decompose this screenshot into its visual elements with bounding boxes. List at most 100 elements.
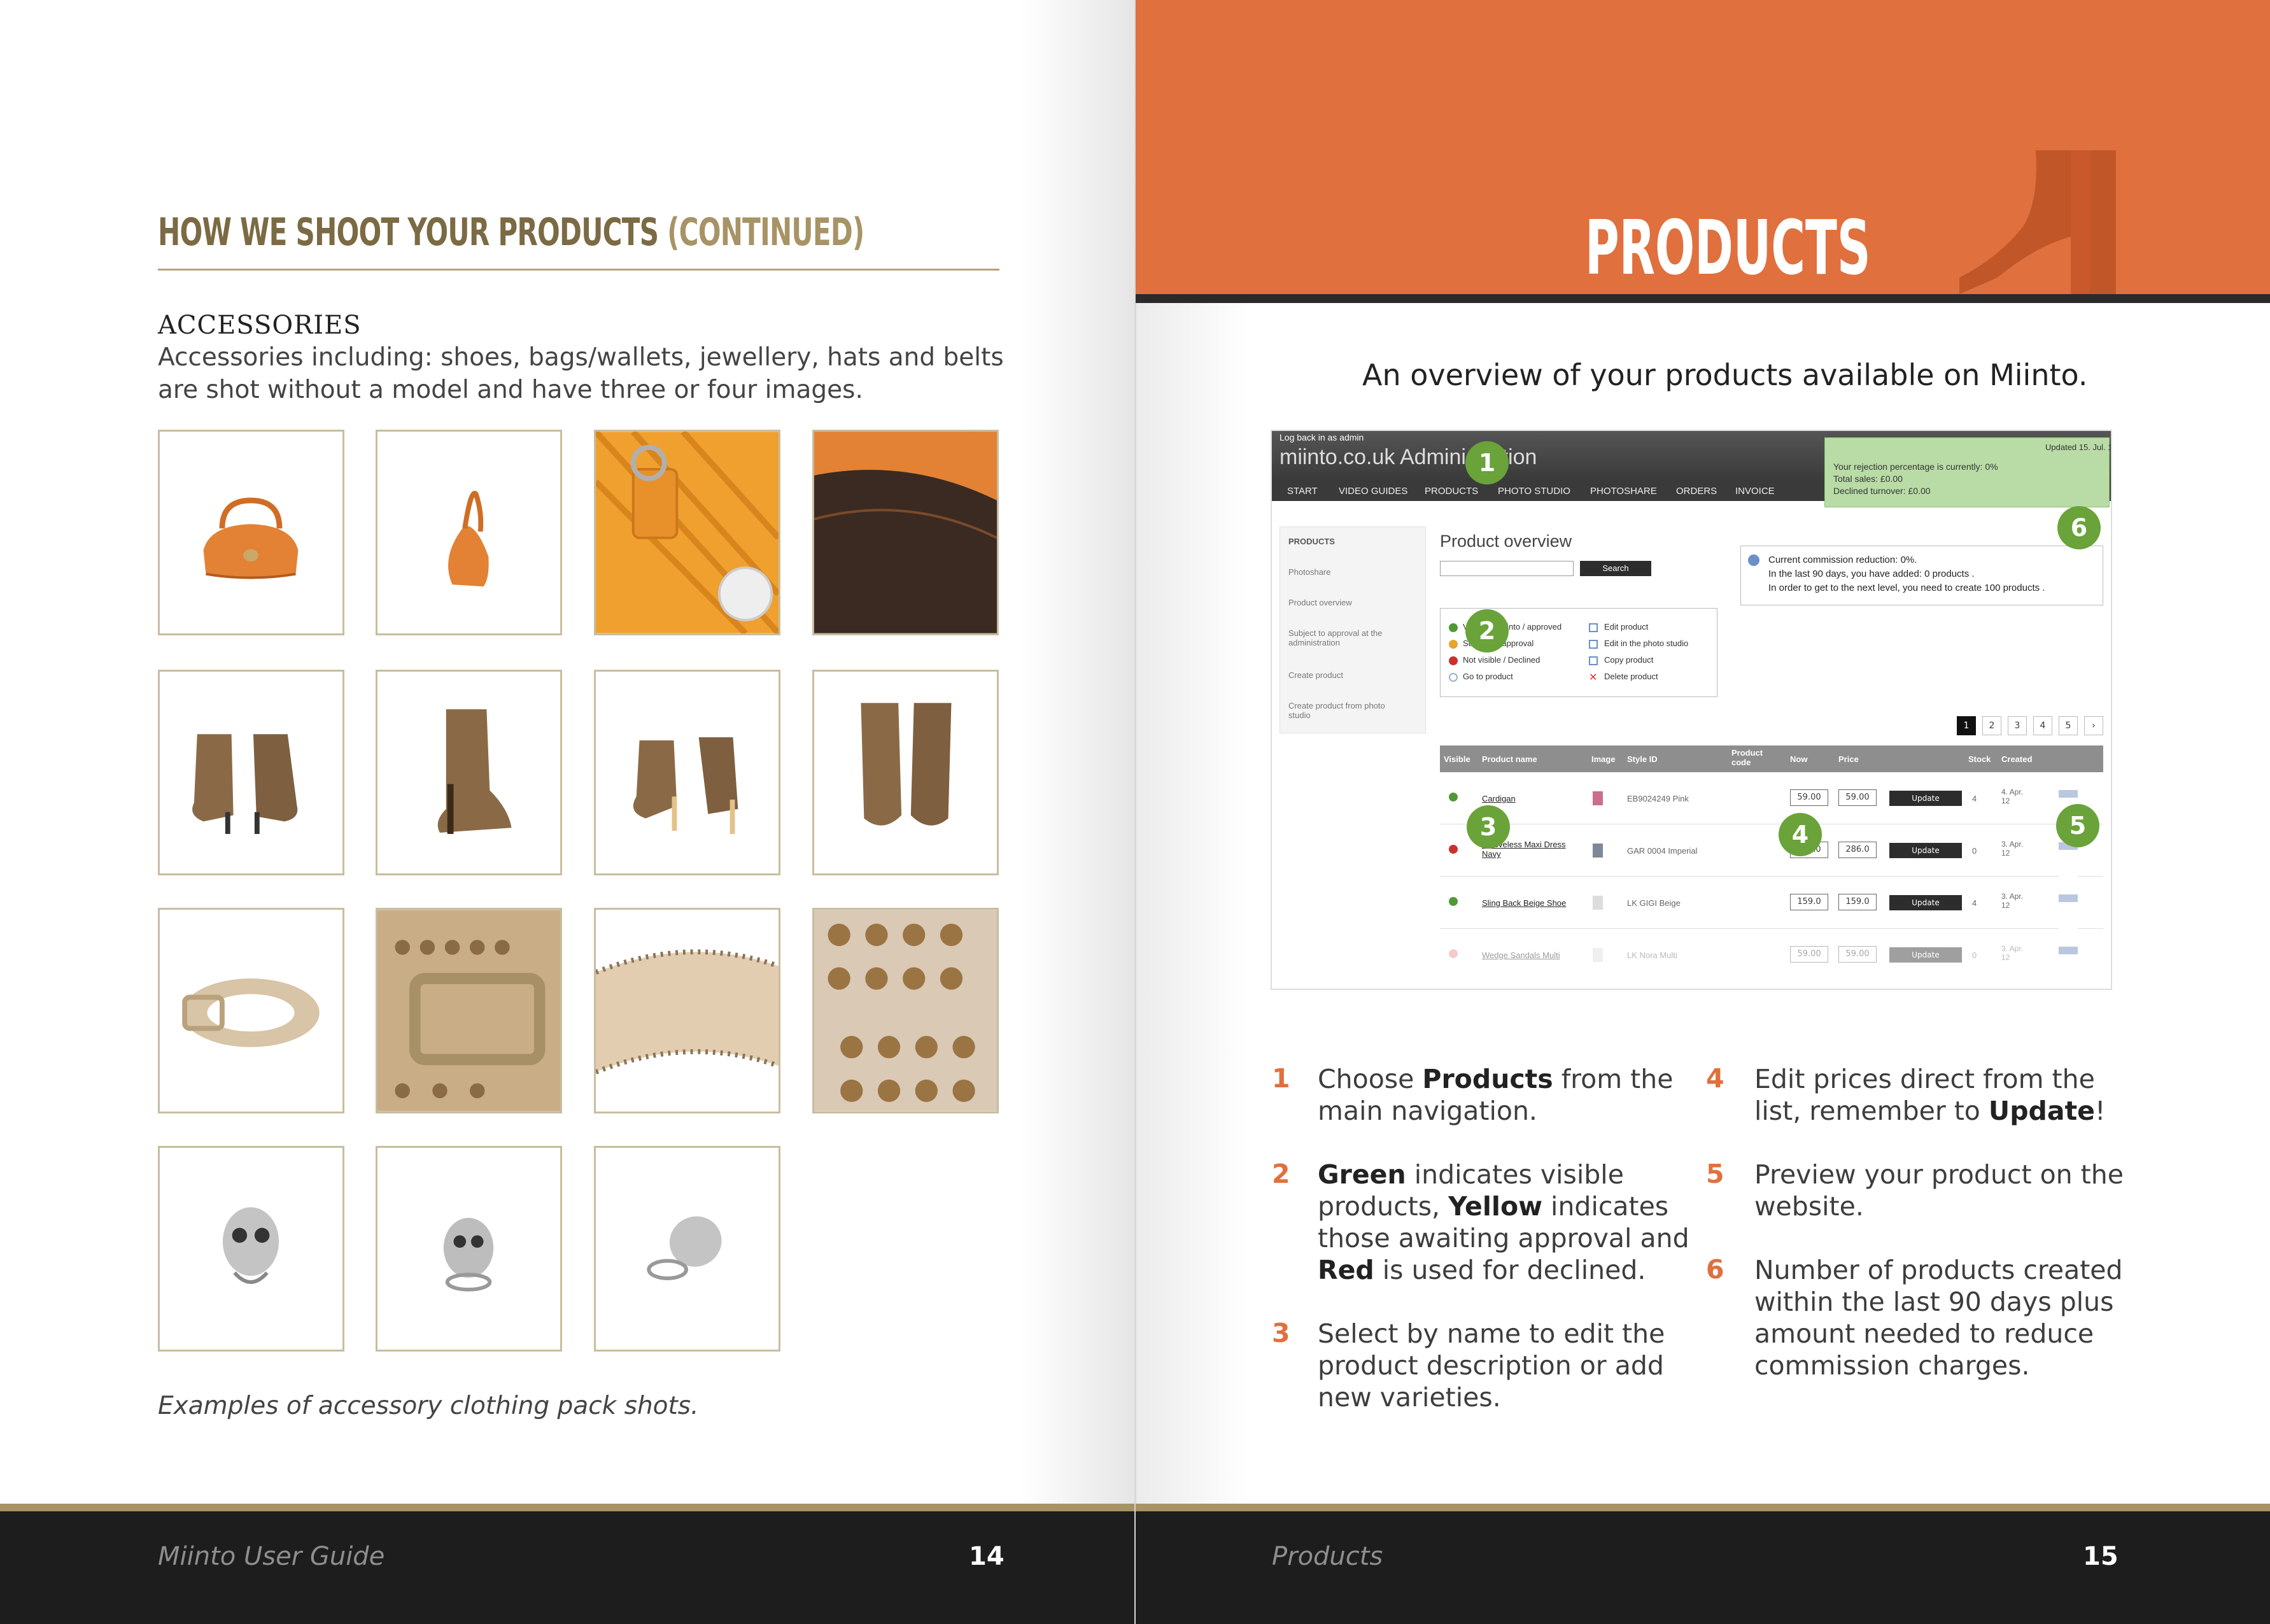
row-stock: 4 — [1972, 898, 1977, 908]
table-row: Wedge Sandals Multi LK Nora Multi 59.00 … — [1440, 929, 2103, 981]
commission-line3: In order to get to the next level, you n… — [1768, 583, 2045, 593]
row-price-input[interactable]: 159.0 — [1838, 894, 1877, 910]
row-status-dot — [1449, 897, 1458, 906]
row-update-button[interactable]: Update — [1889, 895, 1962, 910]
thumb-studded-belt-buckle — [376, 908, 562, 1113]
nav-products[interactable]: PRODUCTS — [1425, 486, 1478, 497]
sidebar-product-overview[interactable]: Product overview — [1288, 598, 1352, 607]
thumb-leopard-boots-top — [812, 670, 999, 875]
step-4-post: ! — [2094, 1096, 2106, 1126]
step-text-3: Select by name to edit the product descr… — [1318, 1318, 1665, 1413]
row-name-link[interactable]: Cardigan — [1482, 794, 1516, 803]
row-stock: 0 — [1972, 846, 1977, 856]
legend-goto: Go to product — [1463, 672, 1513, 681]
step-1-bold: Products — [1422, 1064, 1553, 1094]
sidebar-photoshare[interactable]: Photoshare — [1288, 567, 1331, 577]
step-number-1: 1 — [1272, 1063, 1290, 1094]
step-number-4: 4 — [1706, 1063, 1724, 1094]
title-rule — [158, 269, 999, 271]
thumb-orange-bag-side — [376, 430, 562, 635]
row-style-id: LK Nora Multi — [1627, 950, 1677, 960]
thumb-skull-ring-side — [594, 1146, 780, 1352]
col-product-code: Product code — [1731, 748, 1763, 767]
search-input[interactable] — [1440, 561, 1574, 576]
sidebar-create-from-studio[interactable]: Create product from photo studio — [1288, 701, 1409, 720]
page-2[interactable]: 2 — [1982, 716, 2001, 735]
green-dot-icon — [1449, 623, 1458, 632]
row-now-input[interactable]: 59.00 — [1790, 789, 1828, 806]
thumb-belt-underside — [594, 908, 780, 1113]
right-page-number: 15 — [2083, 1542, 2118, 1571]
intro-text: An overview of your products available o… — [1362, 358, 2088, 392]
col-stock: Stock — [1968, 754, 1991, 764]
legend-delete: Delete product — [1604, 672, 1658, 681]
nav-start[interactable]: START — [1287, 486, 1318, 497]
login-link[interactable]: Log back in as admin — [1280, 432, 1364, 442]
nav-photo-studio[interactable]: PHOTO STUDIO — [1498, 486, 1570, 497]
row-price-input[interactable]: 59.00 — [1838, 946, 1877, 963]
page-title-suffix: (CONTINUED) — [667, 210, 864, 255]
copy-icon — [1589, 656, 1598, 665]
row-price-input[interactable]: 286.0 — [1838, 842, 1877, 858]
row-created: 4. Apr. 12 — [2001, 787, 2024, 805]
page-1[interactable]: 1 — [1957, 716, 1976, 735]
thumb-orange-bag-detail — [594, 430, 780, 635]
step-number-6: 6 — [1706, 1254, 1724, 1285]
page-4[interactable]: 4 — [2033, 716, 2052, 735]
col-visible: Visible — [1444, 754, 1470, 764]
search-button[interactable]: Search — [1580, 561, 1651, 576]
row-update-button[interactable]: Update — [1889, 791, 1962, 806]
row-update-button[interactable]: Update — [1889, 947, 1962, 963]
nav-video-guides[interactable]: VIDEO GUIDES — [1339, 486, 1407, 497]
row-thumbnail — [1593, 896, 1603, 910]
row-now-input[interactable]: 159.0 — [1790, 894, 1828, 910]
page-title-main: HOW WE SHOOT YOUR PRODUCTS — [158, 210, 659, 255]
sidebar-create-product[interactable]: Create product — [1288, 670, 1343, 680]
info-icon — [1748, 554, 1759, 566]
col-now: Now — [1790, 754, 1808, 764]
page-5[interactable]: 5 — [2059, 716, 2078, 735]
step-number-5: 5 — [1706, 1159, 1724, 1189]
section-text: Accessories including: shoes, bags/walle… — [158, 343, 1004, 404]
step-text-4: Edit prices direct from the list, rememb… — [1754, 1063, 2136, 1127]
row-style-id: LK GIGI Beige — [1627, 898, 1681, 908]
page-3[interactable]: 3 — [2008, 716, 2027, 735]
row-stock: 4 — [1972, 794, 1977, 803]
row-created: 3. Apr. 12 — [2001, 840, 2024, 858]
step-text-6: Number of products created within the la… — [1754, 1255, 2123, 1381]
callout-badge-1: 1 — [1465, 441, 1509, 484]
miinto-logo-icon — [1959, 150, 2116, 294]
section-title: PRODUCTS — [1585, 204, 1871, 292]
sidebar-products[interactable]: PRODUCTS — [1288, 537, 1335, 546]
row-price-input[interactable]: 59.00 — [1838, 789, 1877, 806]
sidebar-subject-approval[interactable]: Subject to approval at the administratio… — [1288, 628, 1409, 647]
commission-line2: In the last 90 days, you have added: 0 p… — [1768, 568, 1975, 579]
row-name-link[interactable]: Wedge Sandals Multi — [1482, 950, 1560, 960]
legend-declined: Not visible / Declined — [1463, 655, 1540, 665]
nav-orders[interactable]: ORDERS — [1676, 486, 1717, 497]
step-number-3: 3 — [1272, 1318, 1290, 1348]
row-style-id: GAR 0004 Imperial — [1627, 846, 1698, 856]
nav-photoshare[interactable]: PHOTOSHARE — [1590, 486, 1657, 497]
row-thumbnail — [1593, 791, 1603, 805]
row-name-link[interactable]: Sling Back Beige Shoe — [1482, 898, 1566, 908]
callout-badge-4: 4 — [1779, 813, 1822, 856]
right-footer-label: Products — [1272, 1542, 1383, 1571]
yellow-dot-icon — [1449, 640, 1458, 649]
nav-invoice[interactable]: INVOICE — [1735, 486, 1775, 497]
notice-line3: Declined turnover: £0.00 — [1833, 486, 1931, 496]
col-created: Created — [2001, 754, 2033, 764]
caption: Examples of accessory clothing pack shot… — [158, 1392, 699, 1420]
page-title: HOW WE SHOOT YOUR PRODUCTS (CONTINUED) — [158, 210, 864, 255]
header-stripe — [1136, 294, 2270, 303]
commission-line1: Current commission reduction: 0%. — [1768, 554, 1917, 565]
photo-studio-icon — [1589, 640, 1598, 649]
row-created: 3. Apr. 12 — [2001, 944, 2024, 962]
step-number-2: 2 — [1272, 1159, 1290, 1189]
step-2-green: Green — [1318, 1159, 1406, 1190]
delete-icon: ✕ — [1589, 671, 1598, 683]
magnifier-icon — [1449, 673, 1458, 682]
row-now-input[interactable]: 59.00 — [1790, 946, 1828, 963]
row-update-button[interactable]: Update — [1889, 843, 1962, 858]
page-next[interactable]: › — [2084, 716, 2103, 735]
